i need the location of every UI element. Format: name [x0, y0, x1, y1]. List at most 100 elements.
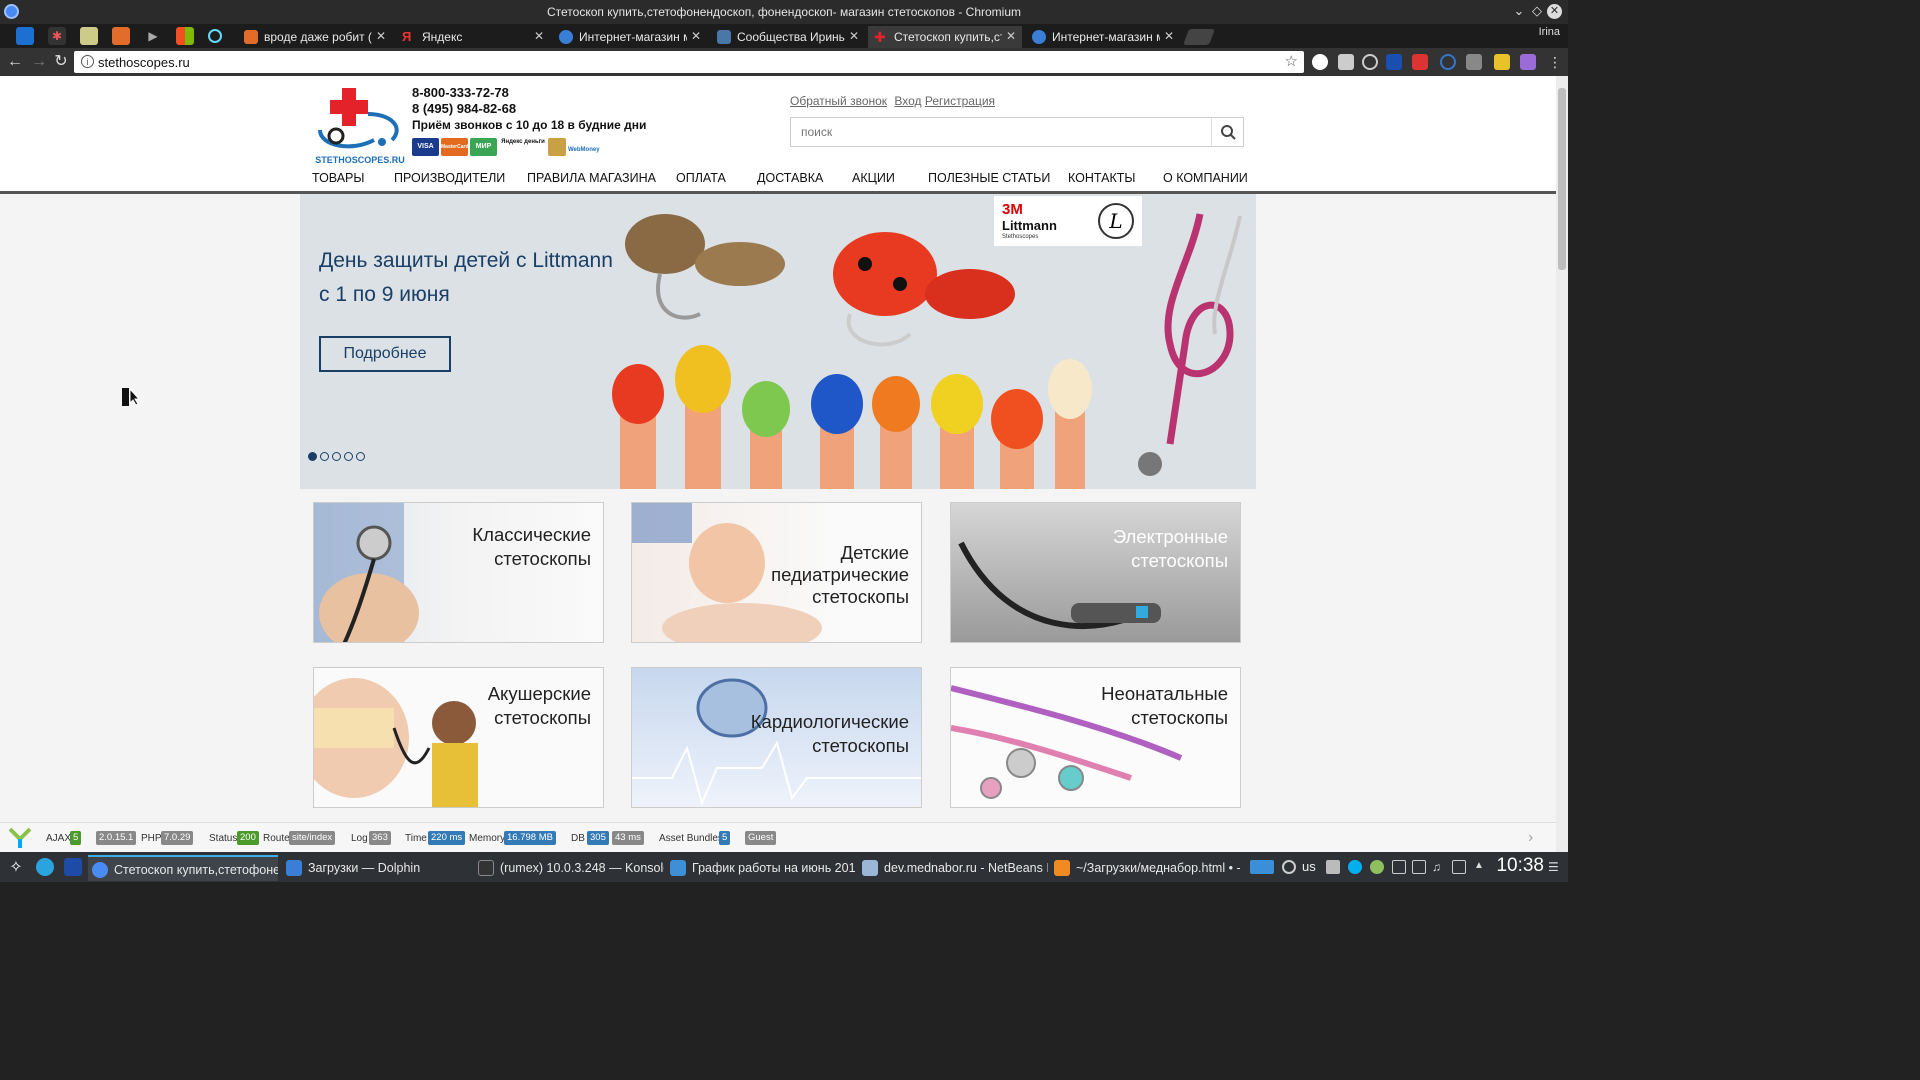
taskbar-task-document[interactable]: График работы на июнь 2018...	[666, 855, 856, 881]
pinned-tab-outlook-icon[interactable]	[16, 27, 34, 45]
tray-display-icon[interactable]	[1250, 860, 1274, 874]
debug-collapse-icon[interactable]: ›	[1528, 829, 1533, 847]
nav-promotions[interactable]: АКЦИИ	[852, 171, 895, 185]
tab-3[interactable]: Интернет-магазин м ✕	[553, 26, 707, 48]
extension-arrow-icon[interactable]	[1412, 54, 1428, 70]
phone-number-1[interactable]: 8-800-333-72-78	[412, 85, 509, 100]
close-tab-icon[interactable]: ✕	[376, 29, 386, 43]
category-cardiology[interactable]: Кардиологические стетоскопы	[631, 667, 922, 808]
debug-yii-version[interactable]: 2.0.15.1	[96, 831, 137, 845]
app-launcher-icon[interactable]: ✧	[6, 857, 26, 877]
tab-6[interactable]: Интернет-магазин м ✕	[1026, 26, 1180, 48]
forward-icon[interactable]: →	[30, 53, 48, 71]
tray-update-icon[interactable]	[1370, 860, 1384, 874]
close-tab-icon[interactable]: ✕	[1164, 29, 1174, 43]
extension-weather-icon[interactable]	[1312, 54, 1328, 70]
extension-mail-icon[interactable]	[1338, 54, 1354, 70]
taskbar-task-sublime[interactable]: ~/Загрузки/меднабор.html • -...	[1050, 855, 1240, 881]
slider-dot-3[interactable]	[332, 452, 341, 461]
maximize-icon[interactable]: ◇	[1529, 3, 1545, 19]
close-tab-icon[interactable]: ✕	[1006, 29, 1016, 43]
slider-dot-1[interactable]	[308, 452, 317, 461]
pinned-tab-audio-icon[interactable]: ▶	[144, 27, 162, 45]
nav-delivery[interactable]: ДОСТАВКА	[757, 171, 823, 185]
tray-clipboard-icon[interactable]	[1452, 860, 1466, 874]
tab-1[interactable]: вроде даже робит (с ✕	[238, 26, 392, 48]
extension-folder-icon[interactable]	[1494, 54, 1510, 70]
address-bar[interactable]: i stethoscopes.ru ☆	[74, 51, 1304, 73]
pinned-tab-gitlab-icon[interactable]	[112, 27, 130, 45]
taskbar-task-dolphin[interactable]: Загрузки — Dolphin	[282, 855, 472, 881]
search-input[interactable]	[791, 118, 1211, 146]
debug-user-value[interactable]: Guest	[745, 831, 777, 845]
tab-2[interactable]: Я Яндекс ✕	[396, 26, 550, 48]
nav-articles[interactable]: ПОЛЕЗНЫЕ СТАТЬИ	[928, 171, 1050, 185]
slider-dot-4[interactable]	[344, 452, 353, 461]
nav-payment[interactable]: ОПЛАТА	[676, 171, 726, 185]
debug-log-count[interactable]: 363	[369, 831, 391, 845]
pinned-app-icon[interactable]	[64, 858, 82, 876]
pinned-tab-asterisk-icon[interactable]: ✱	[48, 27, 66, 45]
tray-chromium-icon[interactable]	[1282, 860, 1296, 874]
category-pediatric[interactable]: Детские педиатрические стетоскопы	[631, 502, 922, 643]
site-logo[interactable]: STETHOSCOPES.RU	[312, 84, 408, 168]
tray-expand-icon[interactable]: ▲	[1474, 860, 1488, 874]
tray-volume-icon[interactable]: ♫	[1432, 860, 1446, 874]
debug-php-version[interactable]: 7.0.29	[161, 831, 194, 845]
debug-memory-value[interactable]: 16.798 MB	[504, 831, 556, 845]
bookmark-star-icon[interactable]: ☆	[1285, 52, 1298, 70]
tray-user-icon[interactable]	[1392, 860, 1406, 874]
promo-banner[interactable]: День защиты детей с Littmann с 1 по 9 ию…	[300, 194, 1256, 489]
pinned-tab-react-icon[interactable]	[208, 29, 222, 43]
extension-shield-icon[interactable]	[1466, 54, 1482, 70]
category-classic[interactable]: Классические стетоскопы	[313, 502, 604, 643]
profile-name[interactable]: Irina	[1539, 26, 1560, 38]
close-tab-icon[interactable]: ✕	[849, 29, 859, 43]
taskbar-task-konsole[interactable]: (rumex) 10.0.3.248 — Konsole	[474, 855, 664, 881]
debug-status-value[interactable]: 200	[237, 831, 259, 845]
back-icon[interactable]: ←	[6, 53, 24, 71]
pinned-tab-pma-icon[interactable]	[80, 27, 98, 45]
phone-number-2[interactable]: 8 (495) 984-82-68	[412, 101, 516, 116]
debug-ajax-label[interactable]: AJAX	[46, 833, 71, 844]
site-info-icon[interactable]: i	[81, 55, 94, 68]
reload-icon[interactable]: ↻	[52, 53, 70, 71]
slider-dot-5[interactable]	[356, 452, 365, 461]
slider-dot-2[interactable]	[320, 452, 329, 461]
nav-manufacturers[interactable]: ПРОИЗВОДИТЕЛИ	[394, 171, 505, 185]
debug-time-value[interactable]: 220 ms	[428, 831, 466, 845]
close-tab-icon[interactable]: ✕	[534, 29, 544, 43]
page-scrollbar[interactable]	[1556, 76, 1568, 852]
tab-5-active[interactable]: ✚ Стетоскоп купить,ст ✕	[868, 26, 1022, 48]
extension-pen-icon[interactable]	[1520, 54, 1536, 70]
close-tab-icon[interactable]: ✕	[691, 29, 701, 43]
minimize-icon[interactable]: ⌄	[1511, 3, 1527, 19]
address-url[interactable]: stethoscopes.ru	[98, 55, 190, 70]
browser-menu-icon[interactable]: ⋮	[1546, 53, 1564, 71]
telegram-icon[interactable]	[36, 858, 54, 876]
tray-shield-icon[interactable]	[1326, 860, 1340, 874]
debug-db-time[interactable]: 43 ms	[612, 831, 644, 845]
clock[interactable]: 10:38	[1496, 855, 1544, 877]
nav-about[interactable]: О КОМПАНИИ	[1163, 171, 1248, 185]
extension-search-icon[interactable]	[1440, 54, 1456, 70]
category-neonatal[interactable]: Неонатальные стетоскопы	[950, 667, 1241, 808]
debug-route-value[interactable]: site/index	[289, 831, 336, 845]
nav-store-rules[interactable]: ПРАВИЛА МАГАЗИНА	[527, 171, 656, 185]
show-desktop-icon[interactable]: ☰	[1548, 860, 1562, 874]
register-link[interactable]: Регистрация	[925, 94, 995, 108]
yii-logo-icon[interactable]	[8, 827, 32, 849]
search-button[interactable]	[1211, 118, 1243, 146]
extension-check-icon[interactable]	[1362, 54, 1378, 70]
banner-more-button[interactable]: Подробнее	[319, 336, 451, 372]
tray-network-icon[interactable]	[1412, 860, 1426, 874]
nav-products[interactable]: ТОВАРЫ	[312, 171, 364, 185]
nav-contacts[interactable]: КОНТАКТЫ	[1068, 171, 1135, 185]
debug-db-queries[interactable]: 305	[587, 831, 609, 845]
scrollbar-thumb[interactable]	[1558, 88, 1566, 270]
close-window-icon[interactable]: ✕	[1547, 4, 1562, 19]
new-tab-button[interactable]	[1183, 29, 1215, 45]
tab-4[interactable]: Сообщества Ирины ✕	[711, 26, 865, 48]
pinned-tab-microsoft-icon[interactable]	[176, 27, 194, 45]
login-link[interactable]: Вход	[894, 94, 921, 108]
